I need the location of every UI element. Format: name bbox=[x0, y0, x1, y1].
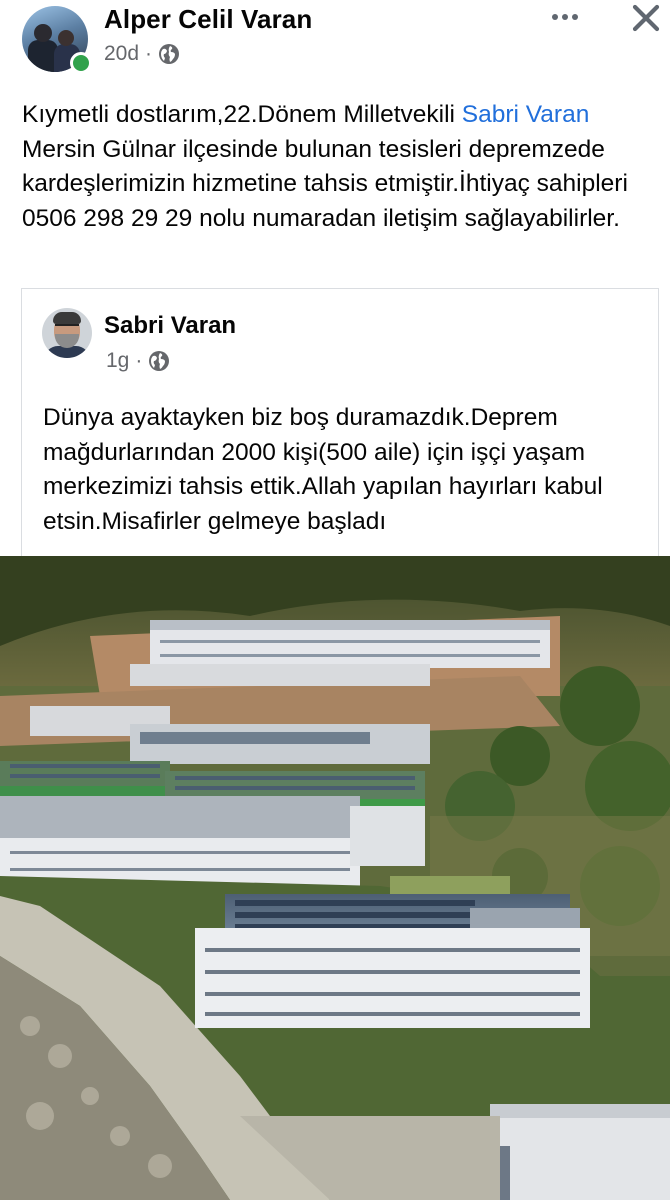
author-name[interactable]: Alper Celil Varan bbox=[104, 4, 312, 35]
meta-separator: · bbox=[145, 42, 153, 65]
globe-icon bbox=[149, 351, 170, 371]
post-meta: 20d · bbox=[104, 42, 180, 66]
shared-post-card[interactable]: Sabri Varan 1g · Dünya ayaktayken biz bo… bbox=[21, 288, 659, 558]
avatar-figure bbox=[34, 24, 52, 42]
shared-post-meta: 1g · bbox=[106, 349, 170, 373]
avatar-figure bbox=[58, 30, 74, 46]
post-text-part: Kıymetli dostlarım,22.Dönem Milletvekili bbox=[22, 101, 462, 128]
post-text: Kıymetli dostlarım,22.Dönem Milletvekili… bbox=[22, 98, 652, 236]
meta-separator: · bbox=[135, 349, 143, 372]
close-icon[interactable] bbox=[630, 2, 662, 34]
post-text-part: Mersin Gülnar ilçesinde bulunan tesisler… bbox=[22, 135, 628, 232]
more-options-icon[interactable] bbox=[548, 4, 582, 30]
shared-post-time[interactable]: 1g bbox=[106, 349, 129, 373]
post-time[interactable]: 20d bbox=[104, 42, 139, 66]
online-status-indicator bbox=[70, 52, 92, 74]
shared-author-name[interactable]: Sabri Varan bbox=[104, 312, 236, 340]
shared-post-text: Dünya ayaktayken biz boş duramazdık.Depr… bbox=[43, 404, 603, 535]
post-photo[interactable] bbox=[0, 556, 670, 1200]
globe-icon bbox=[159, 44, 180, 64]
shared-author-avatar[interactable] bbox=[42, 308, 92, 358]
mention-link[interactable]: Sabri Varan bbox=[462, 101, 590, 128]
